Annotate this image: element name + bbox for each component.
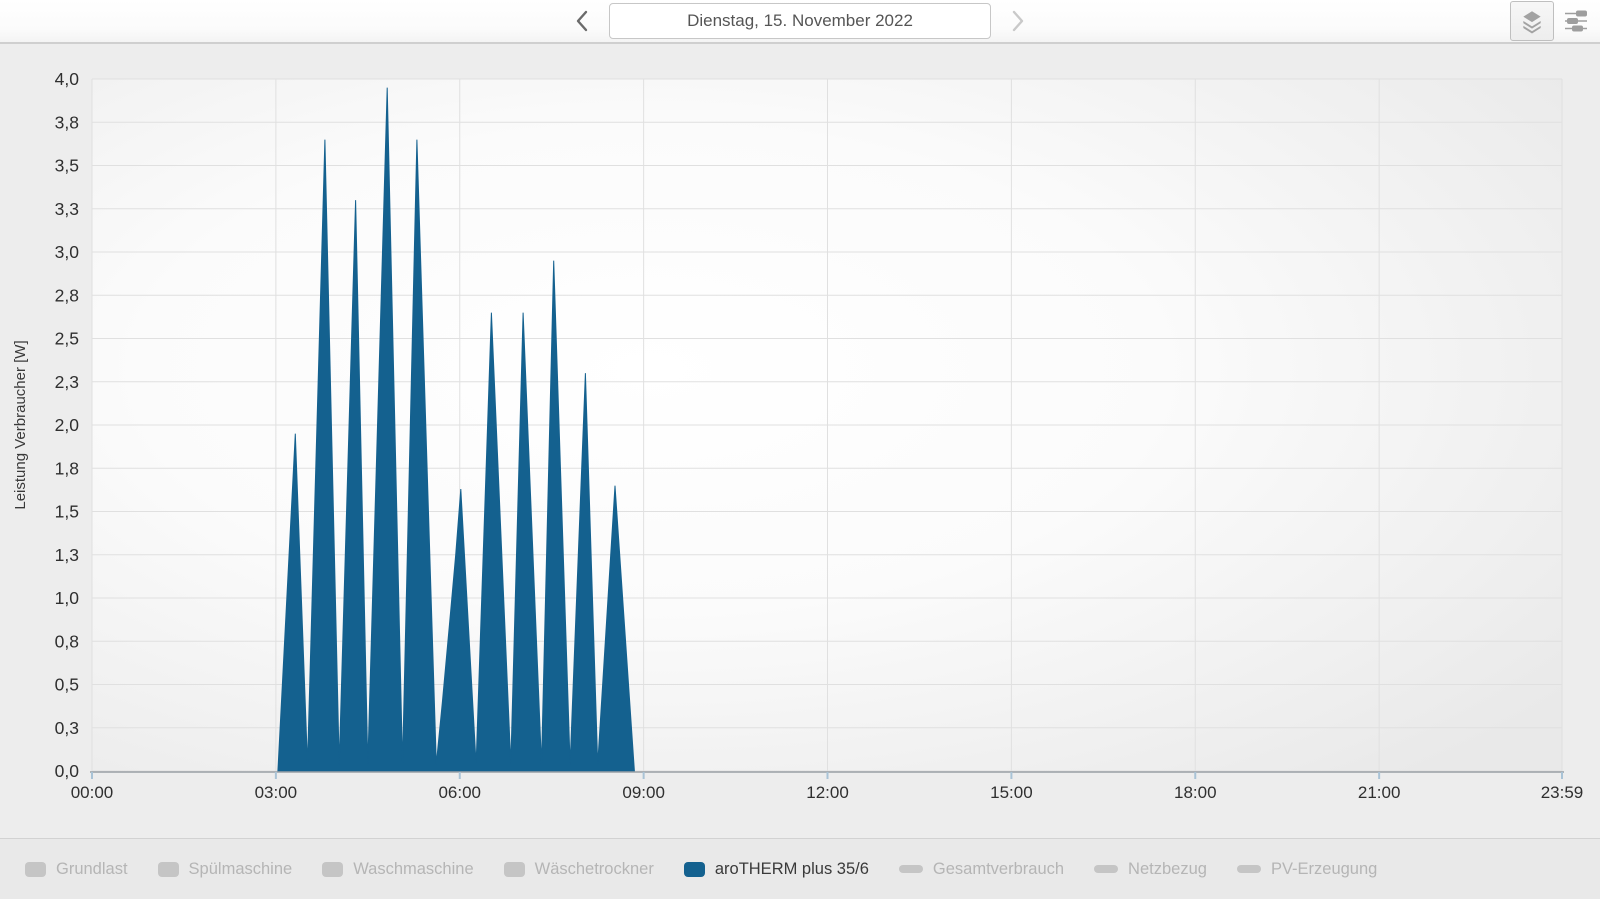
- previous-day-button[interactable]: [569, 6, 595, 36]
- area-swatch-icon: [25, 861, 46, 877]
- top-bar: Dienstag, 15. November 2022: [0, 0, 1600, 44]
- legend-item-sp-lmaschine[interactable]: Spülmaschine: [157, 859, 293, 879]
- legend-item-arotherm-plus-35-6[interactable]: aroTHERM plus 35/6: [683, 859, 869, 879]
- legend-label: Grundlast: [56, 859, 128, 878]
- line-swatch-icon: [1094, 865, 1119, 873]
- y-tick-label: 3,8: [55, 112, 79, 132]
- area-swatch-icon: [322, 861, 344, 877]
- legend-item-grundlast[interactable]: Grundlast: [25, 860, 128, 879]
- x-tick-label: 00:00: [71, 783, 114, 802]
- y-axis-title: Leistung Verbraucher [W]: [12, 340, 29, 509]
- y-tick-label: 3,5: [55, 156, 79, 176]
- legend-label: Netzbezug: [1128, 859, 1207, 878]
- legend-bar: Grundlast Spülmaschine Waschmaschine Wäsche…: [0, 838, 1600, 899]
- y-tick-label: 2,0: [55, 415, 80, 435]
- layers-icon: [1523, 11, 1541, 34]
- chart-canvas[interactable]: 00:00 03:00 06:00 09:00 12:00 15:00 18:00 21:00…: [0, 44, 1600, 838]
- y-tick-label: 3,3: [55, 199, 79, 219]
- x-tick-label: 18:00: [1174, 783, 1217, 802]
- y-tick-label: 1,5: [55, 502, 79, 522]
- y-tick-label: 3,0: [55, 242, 80, 262]
- legend-item-w-schetrockner[interactable]: Wäschetrockner: [503, 859, 654, 879]
- next-day-button[interactable]: [1005, 6, 1031, 36]
- legend-item-waschmaschine[interactable]: Waschmaschine: [322, 859, 474, 879]
- legend-item-gesamtverbrauch[interactable]: Gesamtverbrauch: [898, 859, 1065, 879]
- y-tick-label: 2,3: [55, 372, 79, 392]
- sliders-icon: [1565, 10, 1587, 32]
- legend-item-netzbezug[interactable]: Netzbezug: [1094, 860, 1207, 879]
- area-swatch-icon: [503, 861, 525, 877]
- power-consumption-chart: 00:00 03:00 06:00 09:00 12:00 15:00 18:00 21:00…: [12, 69, 1584, 802]
- y-tick-label: 2,8: [55, 285, 79, 305]
- legend-label: Waschmaschine: [353, 859, 474, 878]
- x-tick-label: 23:59: [1541, 783, 1584, 802]
- chevron-right-icon: [1012, 10, 1024, 32]
- y-tick-label: 1,8: [55, 458, 79, 478]
- y-tick-label: 1,3: [55, 545, 79, 565]
- settings-sliders-button[interactable]: [1554, 1, 1598, 41]
- y-tick-label: 4,0: [55, 69, 80, 89]
- legend-label: Spülmaschine: [188, 859, 293, 878]
- y-tick-label: 0,0: [55, 761, 80, 781]
- legend-label: aroTHERM plus 35/6: [714, 859, 869, 878]
- y-tick-label: 0,5: [55, 675, 79, 695]
- y-tick-label: 2,5: [55, 329, 79, 349]
- y-tick-label: 0,3: [55, 718, 79, 738]
- line-swatch-icon: [898, 865, 923, 873]
- view-toggle-group: [1510, 1, 1598, 41]
- layers-view-button[interactable]: [1510, 1, 1554, 41]
- line-swatch-icon: [1236, 865, 1261, 873]
- legend-label: Wäschetrockner: [534, 859, 654, 878]
- y-tick-label: 0,8: [55, 631, 79, 651]
- x-tick-label: 15:00: [990, 783, 1033, 802]
- y-tick-label: 1,0: [55, 588, 80, 608]
- legend-label: Gesamtverbrauch: [932, 859, 1065, 878]
- date-navigation: Dienstag, 15. November 2022: [569, 3, 1031, 39]
- x-tick-label: 21:00: [1358, 783, 1401, 802]
- x-tick-label: 06:00: [438, 783, 481, 802]
- legend-item-pv-erzeugung[interactable]: PV-Erzeugung: [1236, 859, 1378, 879]
- x-tick-label: 09:00: [622, 783, 665, 802]
- x-tick-label: 12:00: [806, 783, 849, 802]
- area-swatch-icon: [683, 861, 705, 877]
- legend-label: PV-Erzeugung: [1270, 859, 1378, 878]
- chevron-left-icon: [576, 10, 588, 32]
- date-selector[interactable]: Dienstag, 15. November 2022: [609, 3, 991, 39]
- area-swatch-icon: [157, 861, 179, 877]
- x-tick-label: 03:00: [255, 783, 298, 802]
- date-label: Dienstag, 15. November 2022: [687, 11, 913, 30]
